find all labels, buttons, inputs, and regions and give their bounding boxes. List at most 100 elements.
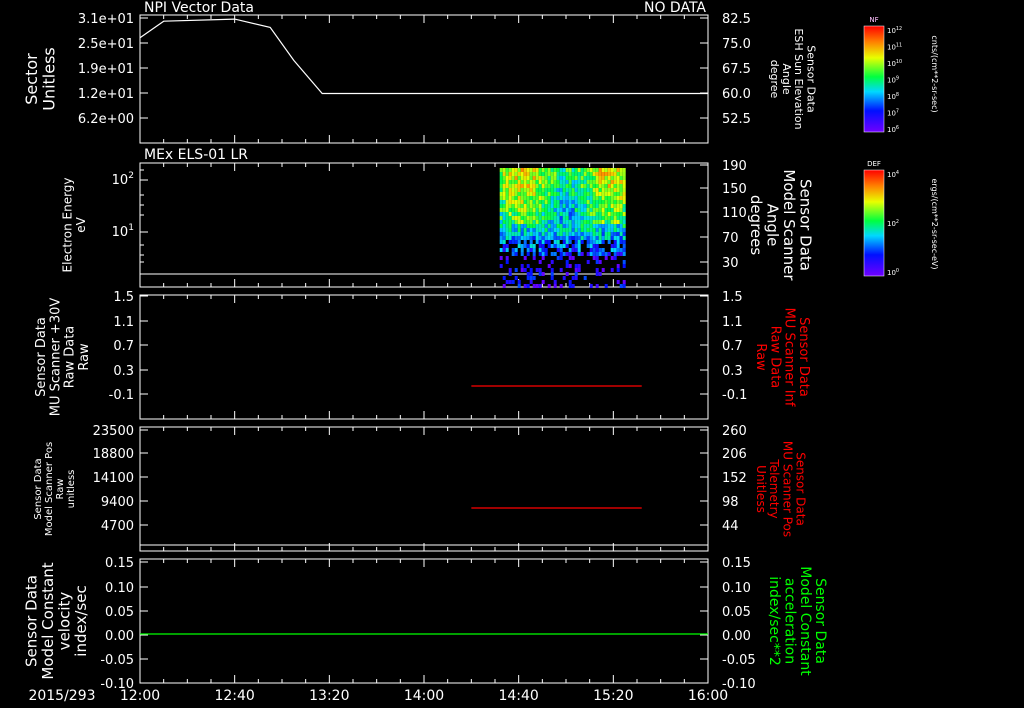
heatmap-cell	[607, 176, 611, 180]
heatmap-cell	[517, 172, 521, 176]
heatmap-cell	[586, 220, 590, 224]
heatmap-cell	[562, 172, 566, 176]
y2-axis-label-line: degree	[768, 60, 781, 99]
heatmap-cell	[610, 224, 614, 228]
heatmap-cell	[577, 200, 581, 204]
heatmap-cell	[502, 184, 506, 188]
heatmap-cell	[622, 216, 626, 220]
heatmap-cell	[598, 240, 602, 244]
heatmap-cell	[520, 252, 524, 256]
heatmap-cell	[583, 176, 587, 180]
heatmap-cell	[532, 256, 536, 260]
heatmap-cell	[544, 252, 548, 256]
heatmap-cell	[523, 256, 527, 260]
heatmap-cell	[553, 208, 557, 212]
heatmap-cell	[616, 212, 620, 216]
heatmap-cell	[553, 216, 557, 220]
heatmap-cell	[571, 216, 575, 220]
heatmap-cell	[619, 192, 623, 196]
heatmap-cell	[547, 168, 551, 172]
heatmap-cell	[505, 228, 509, 232]
heatmap-cell	[511, 228, 515, 232]
heatmap-cell	[538, 224, 542, 228]
heatmap-cell	[547, 204, 551, 208]
heatmap-cell	[622, 240, 626, 244]
heatmap-cell	[517, 188, 521, 192]
heatmap-cell	[505, 188, 509, 192]
heatmap-cell	[538, 208, 542, 212]
heatmap-cell	[580, 208, 584, 212]
heatmap-cell	[607, 196, 611, 200]
heatmap-cell	[565, 220, 569, 224]
heatmap-cell	[613, 232, 617, 236]
heatmap-cell	[544, 216, 548, 220]
heatmap-cell	[511, 184, 515, 188]
y-axis-label-line: Model Constant	[39, 562, 57, 679]
heatmap-cell	[565, 236, 569, 240]
heatmap-cell	[571, 172, 575, 176]
heatmap-cell	[562, 252, 566, 256]
heatmap-cell	[550, 180, 554, 184]
heatmap-cell	[568, 204, 572, 208]
heatmap-cell	[544, 208, 548, 212]
heatmap-cell	[595, 172, 599, 176]
x-tick-label: 13:20	[309, 688, 349, 704]
heatmap-cell	[565, 232, 569, 236]
heatmap-cell	[622, 172, 626, 176]
heatmap-cell	[565, 172, 569, 176]
y2-tick-label: 70	[722, 231, 739, 246]
heatmap-cell	[550, 272, 554, 276]
heatmap-cell	[556, 176, 560, 180]
heatmap-cell	[529, 244, 533, 248]
y2-tick-label: -0.05	[722, 653, 756, 668]
heatmap-cell	[580, 252, 584, 256]
heatmap-cell	[550, 176, 554, 180]
y-axis-label: Sensor DataModel Constantvelocityindex/s…	[23, 562, 91, 679]
heatmap-cell	[505, 180, 509, 184]
heatmap-cell	[613, 252, 617, 256]
heatmap-cell	[544, 220, 548, 224]
heatmap-cell	[592, 184, 596, 188]
heatmap-cell	[592, 208, 596, 212]
heatmap-cell	[577, 188, 581, 192]
heatmap-cell	[598, 200, 602, 204]
y-axis-label-line: unitless	[66, 470, 77, 509]
heatmap-cell	[526, 244, 530, 248]
heatmap-cell	[610, 220, 614, 224]
heatmap-cell	[553, 212, 557, 216]
heatmap-cell	[547, 196, 551, 200]
heatmap-cell	[580, 192, 584, 196]
heatmap-cell	[565, 192, 569, 196]
heatmap-cell	[619, 224, 623, 228]
heatmap-cell	[607, 184, 611, 188]
y-tick-label: 0.05	[105, 605, 134, 620]
heatmap-cell	[562, 220, 566, 224]
heatmap-cell	[604, 256, 608, 260]
heatmap-cell	[589, 216, 593, 220]
heatmap-cell	[565, 208, 569, 212]
heatmap-cell	[523, 212, 527, 216]
heatmap-cell	[517, 280, 521, 284]
heatmap-cell	[544, 180, 548, 184]
heatmap-cell	[523, 244, 527, 248]
heatmap-cell	[553, 220, 557, 224]
heatmap-cell	[565, 244, 569, 248]
heatmap-cell	[616, 248, 620, 252]
heatmap-cell	[577, 224, 581, 228]
heatmap-cell	[601, 224, 605, 228]
heatmap-cell	[520, 196, 524, 200]
colorbar-tick: 106	[887, 125, 899, 134]
heatmap-cell	[541, 204, 545, 208]
heatmap-cell	[544, 172, 548, 176]
heatmap-cell	[520, 188, 524, 192]
heatmap-cell	[595, 260, 599, 264]
heatmap-cell	[514, 232, 518, 236]
heatmap-cell	[511, 168, 515, 172]
heatmap-cell	[580, 220, 584, 224]
heatmap-cell	[544, 176, 548, 180]
heatmap-cell	[541, 236, 545, 240]
heatmap-cell	[505, 200, 509, 204]
heatmap-cell	[535, 172, 539, 176]
y2-axis-label-line: Sensor Data	[796, 317, 811, 397]
heatmap-cell	[526, 212, 530, 216]
